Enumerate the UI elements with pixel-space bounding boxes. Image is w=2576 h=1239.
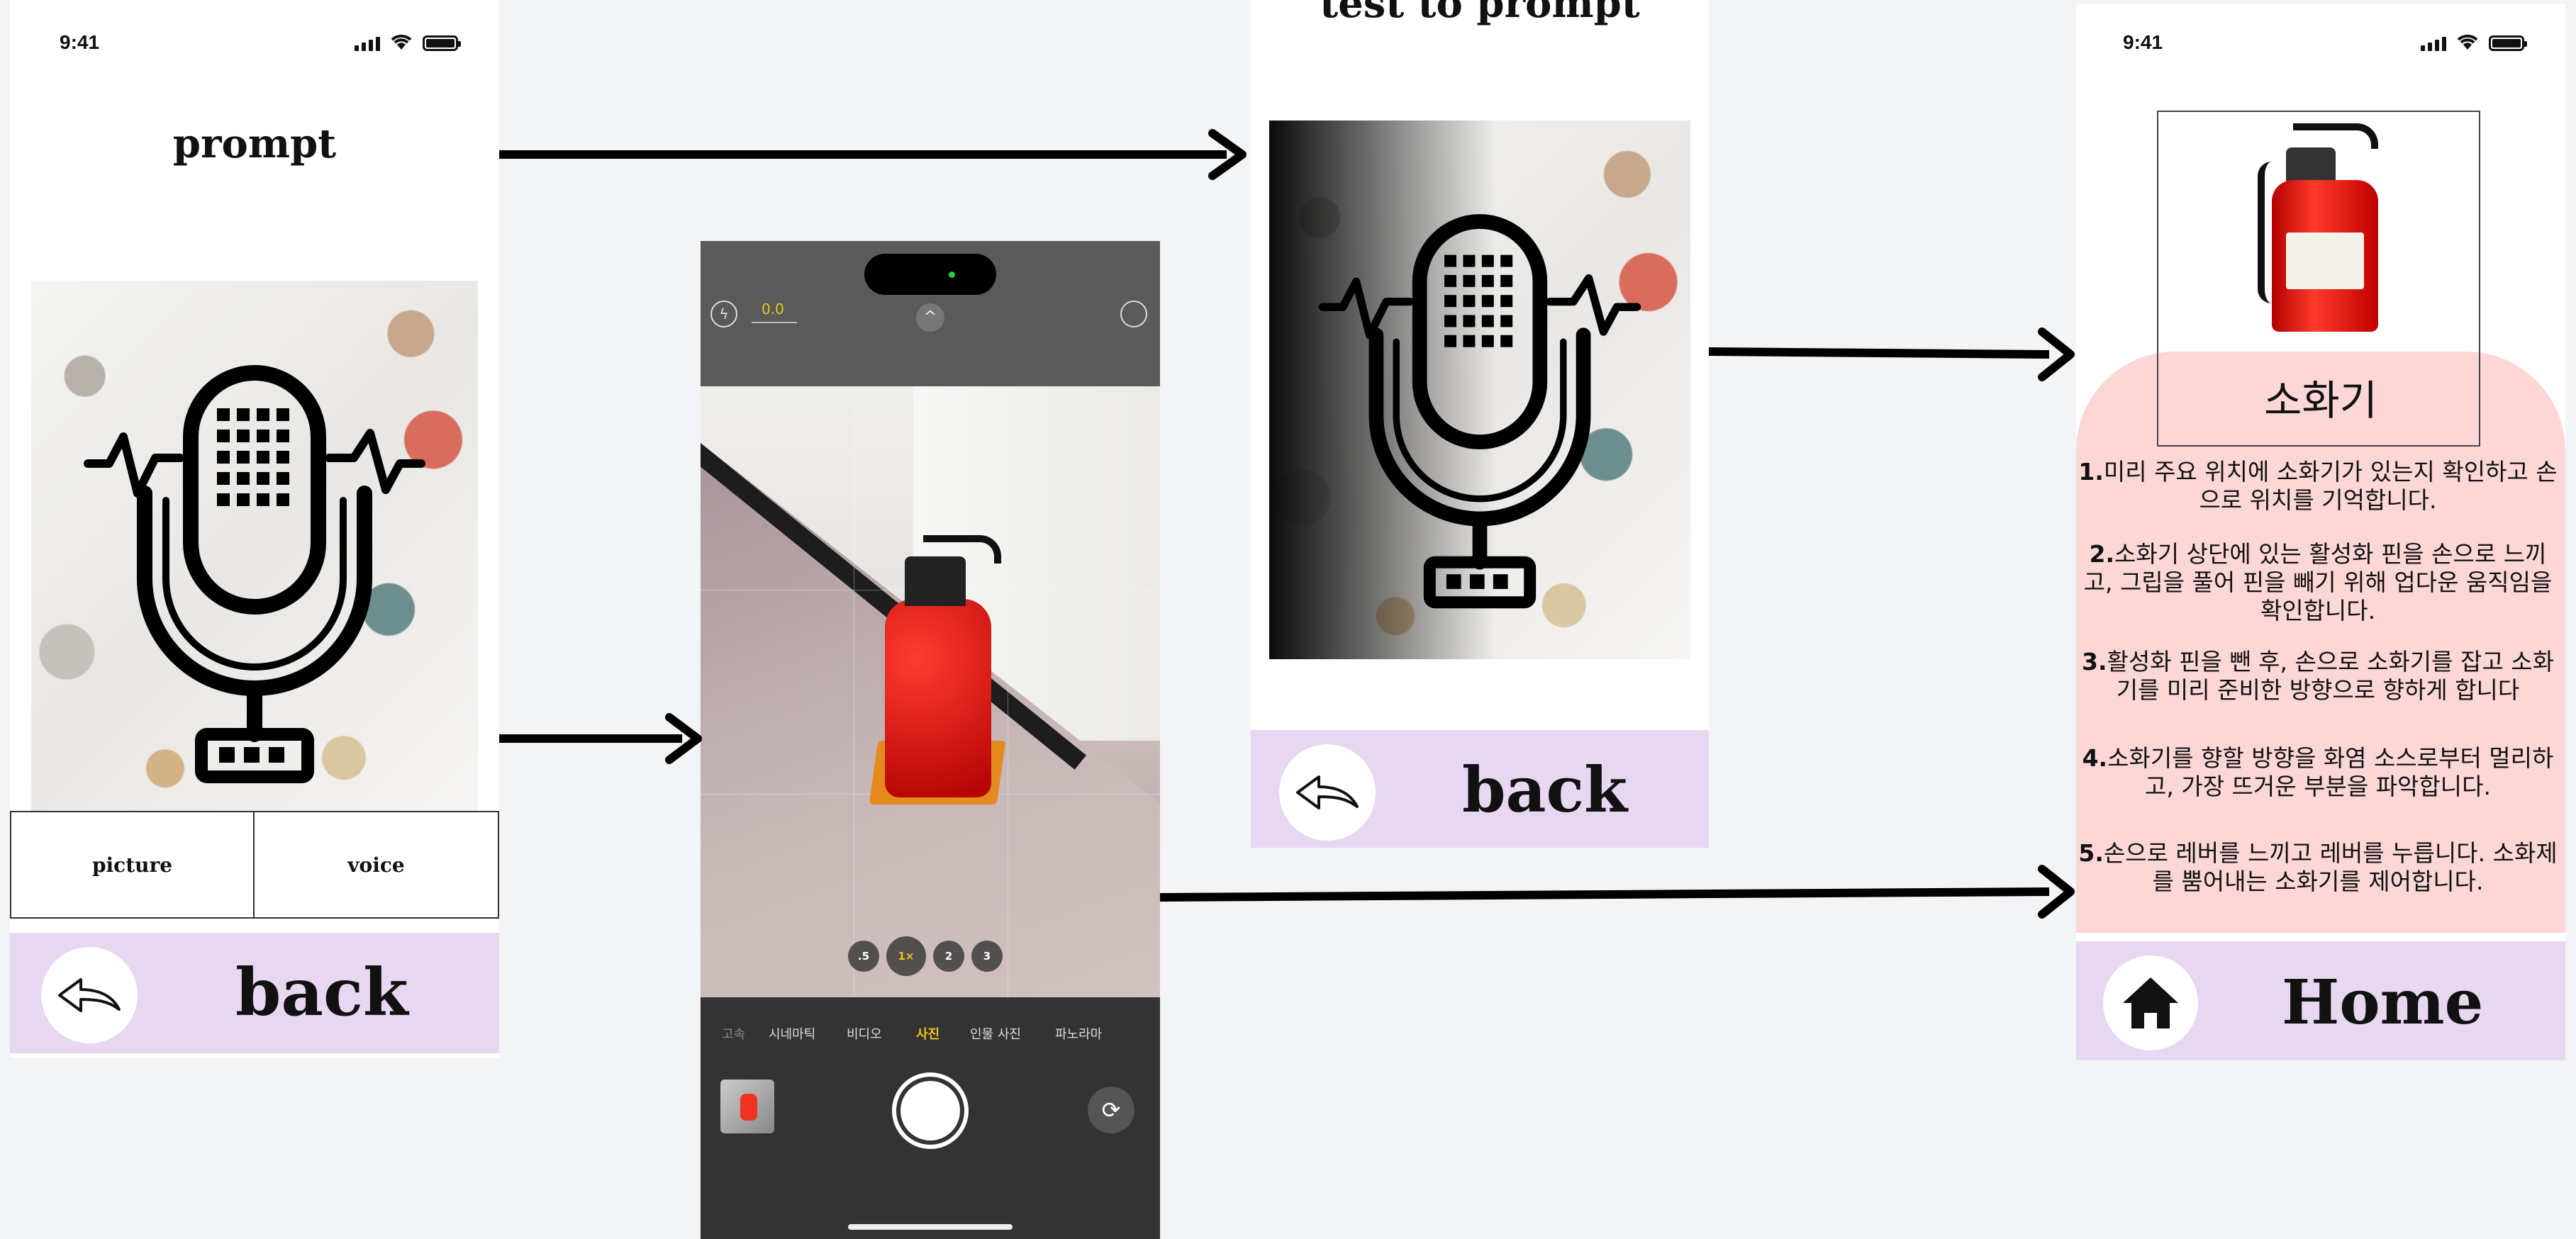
mode-portrait[interactable]: 인물 사진 xyxy=(970,1024,1021,1043)
zoom-option[interactable]: 2 xyxy=(933,941,964,972)
thumbnail-button[interactable] xyxy=(720,1080,774,1133)
live-off-icon[interactable] xyxy=(1120,301,1147,327)
back-bar[interactable]: back xyxy=(1251,730,1709,848)
home-indicator xyxy=(848,1224,1013,1230)
zoom-option[interactable]: 3 xyxy=(971,941,1003,972)
flow-arrow xyxy=(1708,347,2050,359)
voice-prompt-image xyxy=(31,281,478,811)
status-icons xyxy=(355,33,461,51)
fire-extinguisher-image xyxy=(859,528,1008,819)
chevron-up-icon[interactable]: ^ xyxy=(916,303,944,332)
fire-extinguisher-image xyxy=(2243,119,2399,332)
page-title: prompt xyxy=(172,120,337,167)
exposure-scale xyxy=(752,322,797,323)
step-text: 소화기를 향할 방향을 화염 소스로부터 멀리하고, 가장 뜨거운 부분을 파악… xyxy=(2107,744,2554,800)
camera-bottom-bar: 고속 시네마틱 비디오 사진 인물 사진 파노라마 ⟳ xyxy=(701,997,1160,1239)
battery-icon xyxy=(2489,35,2527,51)
home-button[interactable] xyxy=(2103,955,2198,1050)
home-bar[interactable]: Home xyxy=(2076,941,2565,1060)
signal-icon xyxy=(2421,37,2446,51)
instruction-step: 5.손으로 레버를 느끼고 레버를 누릅니다. 소화제를 뿜어내는 소화기를 제… xyxy=(2078,839,2558,896)
mode-pano[interactable]: 파노라마 xyxy=(1055,1024,1102,1043)
back-button[interactable] xyxy=(41,947,138,1043)
microphone-icon xyxy=(84,365,425,783)
step-number: 4. xyxy=(2082,744,2108,772)
back-button[interactable] xyxy=(1279,744,1376,841)
zoom-option[interactable]: .5 xyxy=(848,941,879,972)
arrowhead xyxy=(2038,327,2075,381)
camera-screen: ϟ 0.0 ^ .5 1× 2 3 고속 시네마틱 비디오 사진 인물 사진 파… xyxy=(701,241,1160,1239)
page-title: test to prompt xyxy=(1320,0,1640,27)
picture-tab-label: picture xyxy=(91,853,173,877)
step-text: 소화기 상단에 있는 활성화 핀을 손으로 느끼고, 그립을 풀어 핀을 빼기 … xyxy=(2083,540,2553,624)
arrowhead xyxy=(665,713,702,764)
reply-arrow-icon xyxy=(1296,775,1359,809)
arrowhead xyxy=(1208,129,1247,180)
reply-arrow-icon xyxy=(58,978,121,1012)
object-label: 소화기 xyxy=(2263,376,2378,425)
zoom-readout: 0.0 xyxy=(762,301,784,318)
step-number: 2. xyxy=(2089,540,2115,568)
microphone-icon xyxy=(1318,214,1641,609)
arrowhead xyxy=(2038,865,2075,919)
home-icon xyxy=(2123,977,2178,1028)
voice-tab[interactable]: voice xyxy=(253,811,499,919)
screen-prompt: 9:41 prompt picture voice back xyxy=(10,0,499,1058)
instruction-step: 4.소화기를 향할 방향을 화염 소스로부터 멀리하고, 가장 뜨거운 부분을 … xyxy=(2078,744,2558,801)
dynamic-island xyxy=(864,254,996,295)
signal-icon xyxy=(355,37,380,51)
back-label: back xyxy=(1462,753,1628,826)
screen-result: 9:41 소화기 1.미리 주요 위치에 소화기가 있는지 확인하고 손으로 위… xyxy=(2076,4,2565,1060)
text-prompt-image xyxy=(1269,120,1690,659)
step-text: 손으로 레버를 느끼고 레버를 누릅니다. 소화제를 뿜어내는 소화기를 제어합… xyxy=(2103,839,2558,895)
step-number: 1. xyxy=(2078,458,2104,486)
camera-viewfinder[interactable]: .5 1× 2 3 xyxy=(701,386,1160,997)
wifi-icon xyxy=(2457,34,2478,50)
home-label: Home xyxy=(2282,967,2484,1038)
step-text: 활성화 핀을 뺀 후, 손으로 소화기를 잡고 소화기를 미리 준비한 방향으로… xyxy=(2107,648,2554,704)
camera-top-bar: ϟ 0.0 ^ xyxy=(701,241,1160,386)
mode-photo[interactable]: 사진 xyxy=(916,1024,939,1043)
status-icons xyxy=(2421,33,2527,51)
wifi-icon xyxy=(391,34,412,50)
back-label: back xyxy=(235,954,408,1031)
flip-camera-icon[interactable]: ⟳ xyxy=(1088,1087,1134,1133)
flow-arrow xyxy=(1159,887,2050,902)
step-number: 5. xyxy=(2078,839,2104,867)
picture-tab[interactable]: picture xyxy=(10,811,255,919)
step-number: 3. xyxy=(2082,648,2107,675)
shutter-button[interactable] xyxy=(892,1072,969,1149)
back-bar[interactable]: back xyxy=(10,933,499,1053)
status-time: 9:41 xyxy=(60,31,100,53)
mode-cinematic[interactable]: 시네마틱 xyxy=(769,1024,815,1043)
instruction-step: 1.미리 주요 위치에 소화기가 있는지 확인하고 손으로 위치를 기억합니다. xyxy=(2078,458,2558,515)
mode-video[interactable]: 비디오 xyxy=(847,1024,882,1043)
status-time: 9:41 xyxy=(2123,31,2163,53)
zoom-option-active[interactable]: 1× xyxy=(886,936,926,976)
flash-off-icon[interactable]: ϟ xyxy=(710,301,737,327)
screen-test-to-prompt: test to prompt back xyxy=(1251,0,1709,848)
instruction-step: 2.소화기 상단에 있는 활성화 핀을 손으로 느끼고, 그립을 풀어 핀을 빼… xyxy=(2078,540,2558,625)
battery-icon xyxy=(423,35,461,51)
mode-slowmo[interactable]: 고속 xyxy=(722,1024,745,1043)
voice-tab-label: voice xyxy=(347,853,405,877)
step-text: 미리 주요 위치에 소화기가 있는지 확인하고 손으로 위치를 기억합니다. xyxy=(2103,458,2558,514)
instruction-step: 3.활성화 핀을 뺀 후, 손으로 소화기를 잡고 소화기를 미리 준비한 방향… xyxy=(2078,648,2558,705)
